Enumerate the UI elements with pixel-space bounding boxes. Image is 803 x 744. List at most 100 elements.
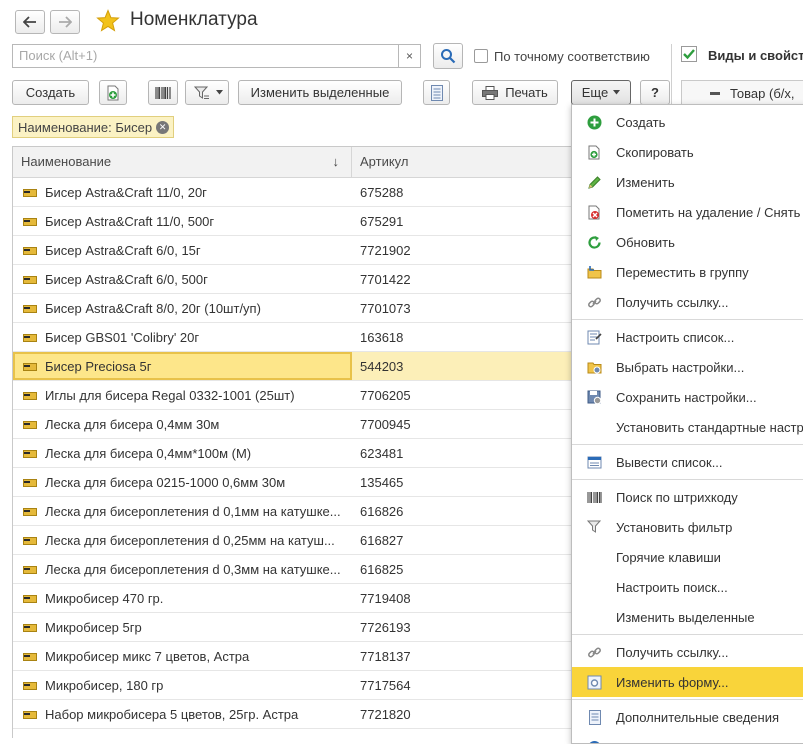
row-article-cell[interactable]: 623481 — [352, 446, 403, 461]
row-article-cell[interactable]: 7718137 — [352, 649, 411, 664]
row-name-cell[interactable]: Микробисер 5гр — [13, 613, 352, 641]
remove-filter-icon[interactable]: ✕ — [156, 121, 169, 134]
row-article-cell[interactable]: 7721902 — [352, 243, 411, 258]
table-row[interactable]: Бисер Astra&Craft 11/0, 20г675288 — [13, 178, 571, 207]
create-button[interactable]: Создать — [12, 80, 89, 105]
column-header-name[interactable]: Наименование ↓ — [13, 147, 352, 177]
row-name-cell[interactable]: Бисер GBS01 'Colibry' 20г — [13, 323, 352, 351]
menu-item[interactable]: Горячие клавиши — [572, 542, 803, 572]
table-row[interactable]: Леска для бисероплетения d 0,25мм на кат… — [13, 526, 571, 555]
filter-button[interactable] — [185, 80, 229, 105]
back-button[interactable] — [15, 10, 45, 34]
table-row[interactable]: Бисер Astra&Craft 11/0, 500г675291 — [13, 207, 571, 236]
row-article-cell[interactable]: 163618 — [352, 330, 403, 345]
row-article-cell[interactable]: 7721820 — [352, 707, 411, 722]
copy-button[interactable] — [99, 80, 127, 105]
properties-checkbox[interactable] — [681, 46, 697, 62]
menu-item[interactable]: Настроить поиск... — [572, 572, 803, 602]
row-article-cell[interactable]: 7717564 — [352, 678, 411, 693]
menu-item[interactable]: Изменить — [572, 167, 803, 197]
row-article-cell[interactable]: 675291 — [352, 214, 403, 229]
menu-item[interactable]: Сохранить настройки... — [572, 382, 803, 412]
row-name-cell[interactable]: Микробисер микс 7 цветов, Астра — [13, 642, 352, 670]
column-header-article[interactable]: Артикул — [352, 147, 408, 177]
menu-item[interactable]: Настроить список... — [572, 322, 803, 352]
menu-item[interactable]: Получить ссылку... — [572, 287, 803, 317]
menu-item[interactable]: Дополнительные сведения — [572, 702, 803, 732]
row-name-cell[interactable]: Бисер Astra&Craft 6/0, 15г — [13, 236, 352, 264]
table-row[interactable]: Микробисер 5гр7726193 — [13, 613, 571, 642]
row-name-cell[interactable]: Леска для бисера 0,4мм 30м — [13, 410, 352, 438]
row-name-cell[interactable]: Леска для бисероплетения d 0,3мм на кату… — [13, 555, 352, 583]
menu-item[interactable]: Изменить форму... — [572, 667, 803, 697]
menu-item[interactable]: Поиск по штрихкоду — [572, 482, 803, 512]
table-row[interactable]: Леска для бисера 0,4мм 30м7700945 — [13, 410, 571, 439]
table-row[interactable]: Бисер Astra&Craft 6/0, 500г7701422 — [13, 265, 571, 294]
table-row[interactable]: Микробисер 470 гр.7719408 — [13, 584, 571, 613]
table-row[interactable]: Бисер GBS01 'Colibry' 20г163618 — [13, 323, 571, 352]
row-name-cell[interactable]: Леска для бисера 0215-1000 0,6мм 30м — [13, 468, 352, 496]
row-name-cell[interactable]: Бисер Astra&Craft 8/0, 20г (10шт/уп) — [13, 294, 352, 322]
table-row[interactable]: Набор микробисера 5 цветов, 25гр. Астра7… — [13, 700, 571, 729]
barcode-search-button[interactable] — [148, 80, 178, 105]
search-input[interactable]: Поиск (Alt+1) — [12, 44, 399, 68]
row-name-cell[interactable]: Бисер Astra&Craft 11/0, 500г — [13, 207, 352, 235]
row-article-cell[interactable]: 135465 — [352, 475, 403, 490]
table-row[interactable]: Микробисер, 180 гр7717564 — [13, 671, 571, 700]
table-row[interactable]: Микробисер микс 7 цветов, Астра7718137 — [13, 642, 571, 671]
row-name-cell[interactable]: Бисер Preciosa 5г — [13, 352, 352, 380]
table-row[interactable]: Леска для бисероплетения d 0,3мм на кату… — [13, 555, 571, 584]
row-name-cell[interactable]: Леска для бисероплетения d 0,25мм на кат… — [13, 526, 352, 554]
row-article-cell[interactable]: 7719408 — [352, 591, 411, 606]
row-article-cell[interactable]: 544203 — [352, 359, 403, 374]
row-name-cell[interactable]: Микробисер, 180 гр — [13, 671, 352, 699]
row-article-cell[interactable]: 675288 — [352, 185, 403, 200]
menu-item[interactable]: Выбрать настройки... — [572, 352, 803, 382]
table-row[interactable]: Леска для бисера 0215-1000 0,6мм 30м1354… — [13, 468, 571, 497]
menu-item[interactable]: Пометить на удаление / Снять п — [572, 197, 803, 227]
search-clear-button[interactable]: × — [399, 44, 421, 68]
row-name-cell[interactable]: Бисер Astra&Craft 6/0, 500г — [13, 265, 352, 293]
menu-item[interactable]: Установить стандартные настро — [572, 412, 803, 442]
table-row[interactable]: Иглы для бисера Regal 0332-1001 (25шт)77… — [13, 381, 571, 410]
menu-item[interactable]: Получить ссылку... — [572, 637, 803, 667]
row-name-cell[interactable]: Иглы для бисера Regal 0332-1001 (25шт) — [13, 381, 352, 409]
search-button[interactable] — [433, 43, 463, 69]
row-article-cell[interactable]: 7700945 — [352, 417, 411, 432]
table-row[interactable]: Бисер Astra&Craft 6/0, 15г7721902 — [13, 236, 571, 265]
favorite-star-icon[interactable] — [96, 9, 120, 36]
forward-button[interactable] — [50, 10, 80, 34]
properties-item[interactable]: Товар (б/х, — [681, 80, 803, 106]
menu-item[interactable]: Переместить в группу — [572, 257, 803, 287]
row-name-cell[interactable]: Набор микробисера 5 цветов, 25гр. Астра — [13, 700, 352, 728]
row-article-cell[interactable]: 616825 — [352, 562, 403, 577]
row-name-cell[interactable]: Бисер Astra&Craft 11/0, 20г — [13, 178, 352, 206]
table-row[interactable]: Бисер Preciosa 5г544203 — [13, 352, 571, 381]
row-article-cell[interactable]: 7701073 — [352, 301, 411, 316]
table-row[interactable]: Леска для бисера 0,4мм*100м (М)623481 — [13, 439, 571, 468]
menu-item[interactable]: Скопировать — [572, 137, 803, 167]
menu-item[interactable]: Обновить — [572, 227, 803, 257]
row-article-cell[interactable]: 616826 — [352, 504, 403, 519]
help-button[interactable]: ? — [640, 80, 670, 105]
row-name-cell[interactable]: Леска для бисера 0,4мм*100м (М) — [13, 439, 352, 467]
menu-item[interactable]: Создать — [572, 107, 803, 137]
table-row[interactable]: Бисер Astra&Craft 8/0, 20г (10шт/уп)7701… — [13, 294, 571, 323]
menu-item[interactable]: Вывести список... — [572, 447, 803, 477]
row-article-cell[interactable]: 7701422 — [352, 272, 411, 287]
menu-item[interactable]: П — [572, 732, 803, 744]
menu-item[interactable]: Изменить выделенные — [572, 602, 803, 632]
menu-item[interactable]: Установить фильтр — [572, 512, 803, 542]
row-article-cell[interactable]: 7726193 — [352, 620, 411, 635]
row-name-cell[interactable]: Леска для бисероплетения d 0,1мм на кату… — [13, 497, 352, 525]
print-button[interactable]: Печать — [472, 80, 558, 105]
row-article-cell[interactable]: 7706205 — [352, 388, 411, 403]
exact-match-checkbox[interactable] — [474, 49, 488, 63]
item-icon — [23, 449, 37, 457]
table-row[interactable]: Леска для бисероплетения d 0,1мм на кату… — [13, 497, 571, 526]
report-button[interactable] — [423, 80, 450, 105]
more-button[interactable]: Еще — [571, 80, 631, 105]
change-selected-button[interactable]: Изменить выделенные — [238, 80, 402, 105]
row-name-cell[interactable]: Микробисер 470 гр. — [13, 584, 352, 612]
row-article-cell[interactable]: 616827 — [352, 533, 403, 548]
